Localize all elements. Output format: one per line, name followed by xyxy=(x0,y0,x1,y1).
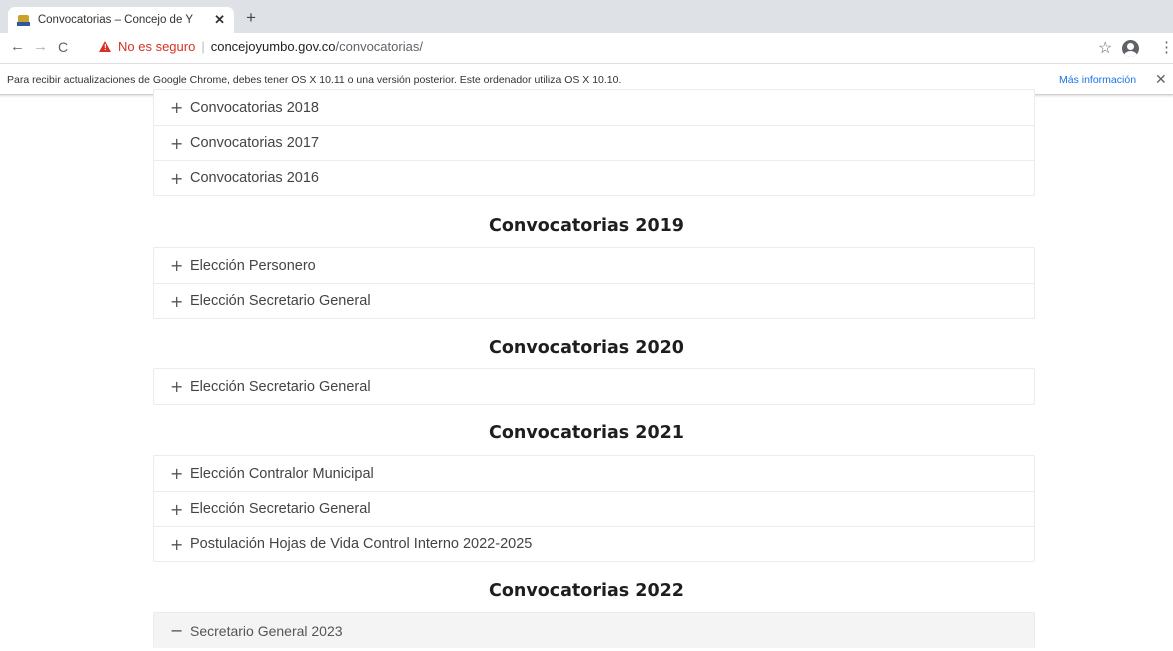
bookmark-star-icon[interactable]: ☆ xyxy=(1098,38,1112,58)
expand-plus-icon: + xyxy=(170,377,184,396)
expand-plus-icon: + xyxy=(170,534,184,554)
browser-toolbar: ← → C ! No es seguro | concejoyumbo.gov.… xyxy=(0,33,1173,63)
expand-plus-icon: + xyxy=(170,168,184,188)
accordion-item[interactable]: + Elección Secretario General xyxy=(154,491,1034,526)
more-info-link[interactable]: Más información xyxy=(1059,74,1136,86)
accordion-2022: − Secretario General 2023 xyxy=(153,612,1035,648)
section-heading-2020: Convocatorias 2020 xyxy=(489,338,684,358)
browser-tab[interactable]: Convocatorias – Concejo de Y ✕ xyxy=(8,7,234,33)
expand-plus-icon: + xyxy=(170,499,184,519)
accordion-item[interactable]: + Elección Secretario General xyxy=(154,369,1034,404)
accordion-label[interactable]: Elección Personero xyxy=(190,258,316,274)
accordion-label[interactable]: Postulación Hojas de Vida Control Intern… xyxy=(190,536,532,552)
expand-plus-icon: + xyxy=(170,291,184,311)
accordion-2021: + Elección Contralor Municipal + Elecció… xyxy=(153,455,1035,562)
menu-kebab-icon[interactable]: ⋮ xyxy=(1159,38,1173,56)
new-tab-button[interactable]: + xyxy=(246,8,256,28)
tab-strip: Convocatorias – Concejo de Y ✕ + xyxy=(0,0,1173,33)
accordion-item-expanded[interactable]: − Secretario General 2023 xyxy=(154,613,1034,648)
accordion-item[interactable]: + Convocatorias 2016 xyxy=(154,160,1034,195)
accordion-item[interactable]: + Convocatorias 2018 xyxy=(154,90,1034,125)
accordion-item[interactable]: + Elección Personero xyxy=(154,248,1034,283)
section-heading-2019: Convocatorias 2019 xyxy=(489,216,684,236)
accordion-previous-years: + Convocatorias 2018 + Convocatorias 201… xyxy=(153,89,1035,196)
accordion-label[interactable]: Convocatorias 2017 xyxy=(190,135,319,151)
accordion-2019: + Elección Personero + Elección Secretar… xyxy=(153,247,1035,319)
tab-title: Convocatorias – Concejo de Y xyxy=(37,14,193,26)
url-host[interactable]: concejoyumbo.gov.co xyxy=(211,39,336,54)
collapse-minus-icon: − xyxy=(170,621,184,640)
expand-plus-icon: + xyxy=(170,98,184,117)
accordion-label[interactable]: Elección Contralor Municipal xyxy=(190,466,374,482)
expand-plus-icon: + xyxy=(170,464,184,483)
accordion-label[interactable]: Elección Secretario General xyxy=(190,293,371,309)
accordion-label[interactable]: Convocatorias 2016 xyxy=(190,170,319,186)
accordion-label[interactable]: Convocatorias 2018 xyxy=(190,100,319,116)
back-arrow-icon[interactable]: ← xyxy=(10,38,25,55)
expand-plus-icon: + xyxy=(170,133,184,153)
warning-icon[interactable]: ! xyxy=(99,41,111,52)
infobar-message: Para recibir actualizaciones de Google C… xyxy=(7,74,622,86)
infobar-close-icon[interactable]: ✕ xyxy=(1155,71,1167,88)
accordion-2020: + Elección Secretario General xyxy=(153,368,1035,405)
section-heading-2021: Convocatorias 2021 xyxy=(489,423,684,443)
security-label[interactable]: No es seguro xyxy=(118,39,195,54)
reload-icon[interactable]: C xyxy=(58,39,68,55)
accordion-label[interactable]: Elección Secretario General xyxy=(190,501,371,517)
accordion-label[interactable]: Secretario General 2023 xyxy=(190,623,343,639)
expand-plus-icon: + xyxy=(170,256,184,275)
accordion-item[interactable]: + Postulación Hojas de Vida Control Inte… xyxy=(154,526,1034,561)
url-path[interactable]: /convocatorias/ xyxy=(336,39,423,54)
accordion-item[interactable]: + Elección Contralor Municipal xyxy=(154,456,1034,491)
section-heading-2022: Convocatorias 2022 xyxy=(489,581,684,601)
site-favicon-icon xyxy=(17,14,30,27)
forward-arrow-icon[interactable]: → xyxy=(33,38,48,55)
accordion-item[interactable]: + Elección Secretario General xyxy=(154,283,1034,318)
page-content: + Convocatorias 2018 + Convocatorias 201… xyxy=(0,89,1173,651)
accordion-item[interactable]: + Convocatorias 2017 xyxy=(154,125,1034,160)
tab-close-icon[interactable]: ✕ xyxy=(214,12,225,28)
accordion-label[interactable]: Elección Secretario General xyxy=(190,379,371,395)
address-separator: | xyxy=(201,39,205,54)
profile-avatar-icon[interactable] xyxy=(1122,40,1139,57)
address-bar[interactable]: ! No es seguro | concejoyumbo.gov.co/con… xyxy=(99,39,423,54)
